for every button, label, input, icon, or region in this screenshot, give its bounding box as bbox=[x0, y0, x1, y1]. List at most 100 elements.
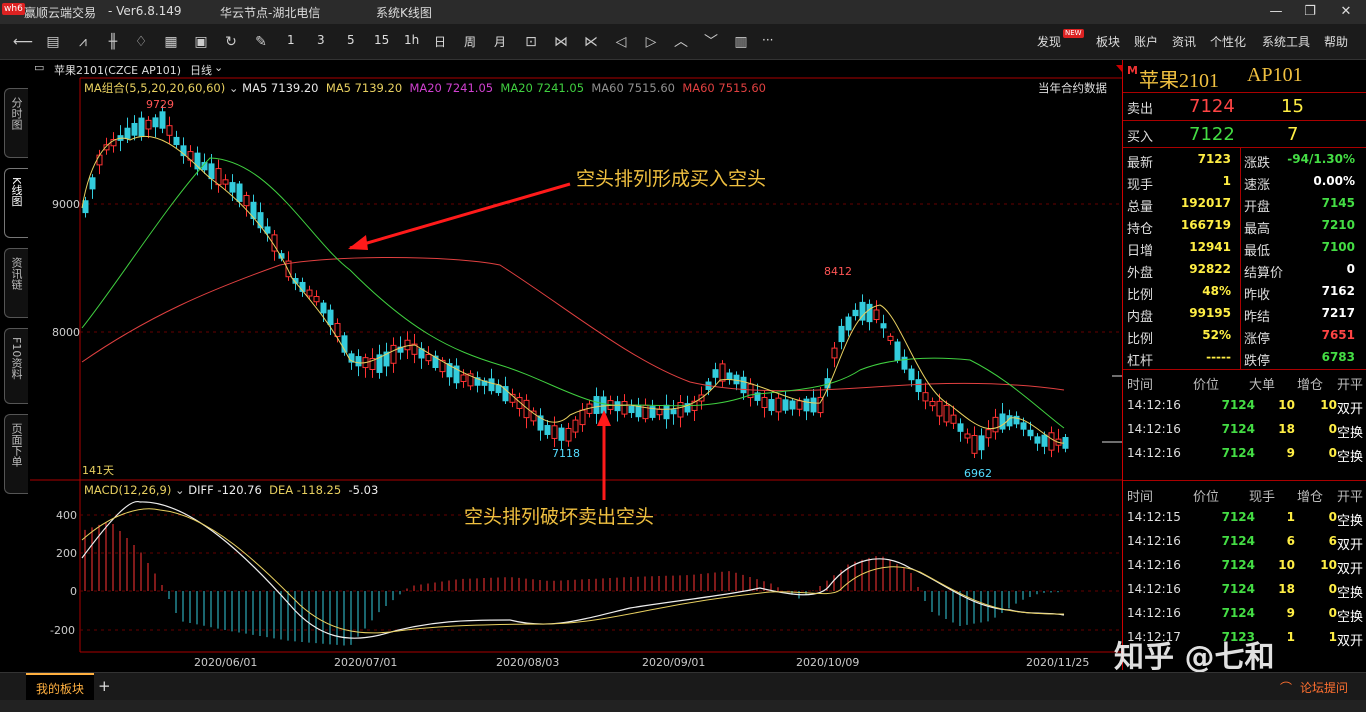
line-chart-icon[interactable]: ⩘ bbox=[72, 32, 94, 52]
menu-account[interactable]: 账户 bbox=[1134, 33, 1158, 50]
restore-icon[interactable]: ❐ bbox=[1292, 0, 1328, 24]
forum-icon[interactable]: ⌒ bbox=[1280, 679, 1292, 696]
period-month[interactable]: 月 bbox=[494, 33, 506, 50]
candle bbox=[236, 183, 243, 202]
window-menu[interactable]: 系统K线图 bbox=[376, 4, 432, 21]
trade-column-header: 开平 bbox=[1337, 378, 1364, 393]
tab-news-chain[interactable]: 资讯链 bbox=[4, 248, 28, 318]
candle bbox=[999, 413, 1006, 430]
forum-ask-button[interactable]: 论坛提问 bbox=[1300, 679, 1348, 696]
back-arrow-icon[interactable]: ⟵ bbox=[12, 32, 34, 52]
quote-list-icon[interactable]: ▤ bbox=[42, 32, 64, 52]
tab-kline[interactable]: K线图 bbox=[4, 168, 28, 238]
candle bbox=[831, 347, 838, 359]
up-arrow-icon[interactable]: ︿ bbox=[670, 32, 692, 52]
quote-label: 杠杆 bbox=[1127, 354, 1154, 369]
ask-price[interactable]: 7124 bbox=[1189, 96, 1235, 117]
save-icon[interactable]: ▣ bbox=[190, 32, 212, 52]
server-node[interactable]: 华云节点-湖北电信 bbox=[220, 4, 320, 21]
candle bbox=[544, 425, 551, 435]
candle bbox=[600, 396, 607, 414]
ask-row[interactable]: 卖出 7124 15 bbox=[1123, 96, 1366, 118]
candle bbox=[719, 363, 726, 382]
candle bbox=[460, 374, 467, 382]
close-icon[interactable]: ✕ bbox=[1328, 0, 1364, 24]
candle bbox=[166, 125, 173, 136]
candle bbox=[866, 303, 873, 323]
trade-cell: 0 bbox=[1328, 582, 1337, 596]
period-day[interactable]: 日 bbox=[434, 33, 446, 50]
menu-news[interactable]: 资讯 bbox=[1172, 33, 1196, 50]
candle bbox=[726, 372, 733, 380]
quote-row: 最新 7123 涨跌 -94/1.30% bbox=[1123, 150, 1366, 172]
trade-column-header: 现手 bbox=[1249, 490, 1276, 505]
quote-label[interactable]: 结算价 bbox=[1244, 262, 1283, 281]
period-3min[interactable]: 3 bbox=[317, 33, 325, 47]
trade-column-header: 时间 bbox=[1127, 378, 1154, 393]
custom-period-icon[interactable]: ⊡ bbox=[520, 32, 542, 52]
quote-value: 166719 bbox=[1180, 218, 1231, 232]
calendar-icon[interactable]: ▦ bbox=[160, 32, 182, 52]
candle bbox=[89, 177, 96, 190]
layout-icon[interactable]: ▥ bbox=[730, 32, 752, 52]
trade-column-header: 增仓 bbox=[1297, 378, 1324, 393]
macd-tick-label: 400 bbox=[56, 509, 77, 522]
refresh-icon[interactable]: ↻ bbox=[220, 32, 242, 52]
menu-board[interactable]: 板块 bbox=[1096, 33, 1120, 50]
menu-discover[interactable]: 发现 bbox=[1037, 33, 1061, 50]
bar-chart-icon[interactable]: ╫ bbox=[102, 32, 124, 52]
tab-f10[interactable]: F10资料 bbox=[4, 328, 28, 404]
candle bbox=[621, 401, 628, 415]
quote-label: 比例 bbox=[1127, 288, 1154, 303]
bid-price[interactable]: 7122 bbox=[1189, 124, 1235, 145]
add-tab-button[interactable]: + bbox=[98, 677, 111, 695]
y-tick-label: 9000 bbox=[52, 198, 80, 211]
quote-label: 现手 bbox=[1127, 178, 1154, 193]
trade-cell: 10 bbox=[1320, 398, 1337, 412]
kline-chart[interactable]: 9000 8000 400 200 0 -200 2020/06/01 2020… bbox=[30, 60, 1122, 672]
quote-label: 日增 bbox=[1127, 244, 1154, 259]
candle bbox=[922, 392, 929, 402]
market-marker: M bbox=[1127, 64, 1138, 77]
kline-icon[interactable]: ♢ bbox=[130, 32, 152, 52]
quote-label: 速涨 bbox=[1244, 178, 1271, 193]
left-arrow-icon[interactable]: ◁ bbox=[610, 32, 632, 52]
trade-cell: 14:12:16 bbox=[1127, 446, 1181, 460]
candle bbox=[572, 419, 579, 433]
tab-my-board[interactable]: 我的板块 bbox=[26, 673, 95, 700]
quote-value: 7162 bbox=[1321, 284, 1355, 298]
menu-system-tools[interactable]: 系统工具 bbox=[1262, 33, 1310, 50]
ma-lines-group bbox=[81, 135, 1065, 444]
candle bbox=[82, 200, 89, 214]
period-week[interactable]: 周 bbox=[464, 33, 476, 50]
quote-row: 现手 1 速涨 0.00% bbox=[1123, 172, 1366, 194]
candle bbox=[306, 289, 313, 297]
candle bbox=[950, 414, 957, 424]
candle bbox=[852, 309, 859, 317]
tab-order[interactable]: 页面下单 bbox=[4, 414, 28, 494]
more-button[interactable]: ··· bbox=[762, 33, 773, 47]
minimize-icon[interactable]: — bbox=[1258, 0, 1294, 24]
zoom-out-icon[interactable]: ⋉ bbox=[580, 32, 602, 52]
zoom-in-icon[interactable]: ⋈ bbox=[550, 32, 572, 52]
new-badge: NEW bbox=[1063, 29, 1084, 38]
tab-timeshare[interactable]: 分时图 bbox=[4, 88, 28, 158]
candle bbox=[712, 369, 719, 378]
trade-row: 14:12:16 7124 6 6 双开 bbox=[1123, 532, 1366, 554]
period-5min[interactable]: 5 bbox=[347, 33, 355, 47]
down-arrow-icon[interactable]: ﹀ bbox=[700, 32, 722, 52]
candle bbox=[789, 400, 796, 410]
period-1min[interactable]: 1 bbox=[287, 33, 295, 47]
right-arrow-icon[interactable]: ▷ bbox=[640, 32, 662, 52]
trade-cell: 10 bbox=[1278, 398, 1295, 412]
candle bbox=[1041, 434, 1048, 447]
candle bbox=[1048, 432, 1055, 451]
period-15min[interactable]: 15 bbox=[374, 33, 389, 47]
period-1hour[interactable]: 1h bbox=[404, 33, 419, 47]
bid-row[interactable]: 买入 7122 7 bbox=[1123, 124, 1366, 146]
candle bbox=[551, 425, 558, 439]
draw-tool-icon[interactable]: ✎ bbox=[250, 32, 272, 52]
menu-help[interactable]: 帮助 bbox=[1324, 33, 1348, 50]
quote-row: 比例 52% 涨停 7651 bbox=[1123, 326, 1366, 348]
menu-personalize[interactable]: 个性化 bbox=[1210, 33, 1246, 50]
